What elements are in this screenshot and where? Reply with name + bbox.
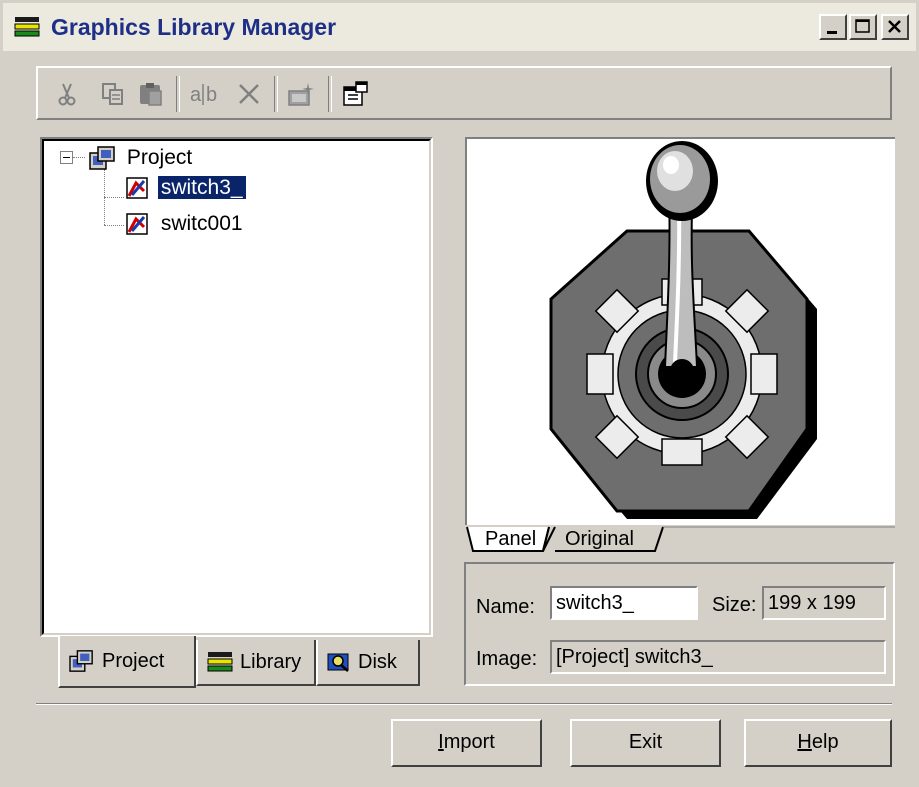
new-image-icon[interactable] [286,80,316,108]
tree-connector [104,197,124,198]
tab-library[interactable]: Library [196,640,316,686]
tab-project[interactable]: Project [58,636,196,688]
tree-connector [104,225,124,226]
tab-panel-label: Panel [485,528,537,550]
import-label: mport [443,731,495,753]
toolbar-separator [328,76,332,112]
library-icon [14,17,40,37]
toolbar-separator [274,76,278,112]
maximize-icon [855,19,870,33]
joystick-switch-image [549,141,817,519]
name-field[interactable]: switch3_ [550,586,698,620]
toolbar: a b [36,66,892,120]
help-button[interactable]: Help [744,719,892,767]
image-info-panel: Name: switch3_ Size: 199 x 199 Image: [P… [464,562,895,686]
minimize-icon [827,31,837,34]
tab-original-label: Original [565,528,634,550]
minimize-button[interactable] [819,14,847,40]
title-bar[interactable]: Graphics Library Manager [3,3,916,51]
tab-library-label: Library [240,650,302,673]
image-path-field: [Project] switch3_ [550,640,886,674]
image-label: Image: [476,648,538,670]
collapse-icon[interactable] [60,151,73,164]
size-field: 199 x 199 [762,586,886,620]
image-file-icon [126,213,148,235]
button-separator [36,703,892,705]
maximize-button[interactable] [849,14,877,40]
tab-project-label: Project [102,649,165,672]
close-icon [888,20,901,33]
close-button[interactable] [881,14,909,40]
library-icon [207,652,233,672]
project-icon [69,650,93,672]
tab-original[interactable]: Original [559,525,640,553]
copy-icon[interactable] [98,80,128,108]
tab-panel[interactable]: Panel [479,525,542,553]
tree-connector [73,157,85,158]
import-button[interactable]: Import [391,719,542,767]
svg-text:a: a [190,84,202,106]
image-preview [465,137,895,525]
tree-item-label: switc001 [160,212,243,235]
help-mnemonic: H [797,731,812,753]
tree-root-project[interactable]: Project [88,145,195,171]
project-icon [89,146,115,170]
tree-root-label: Project [126,146,193,169]
preview-tabs: Panel Original [465,525,895,555]
size-label: Size: [712,594,757,616]
help-label: elp [811,731,839,753]
tree-item-label: switch3_ [156,175,247,200]
project-tree-panel[interactable]: Project switch3_ switc001 [40,137,433,637]
tree-item-switc001[interactable]: switc001 [124,211,246,237]
delete-icon[interactable] [234,80,264,108]
graphics-library-manager-window: Graphics Library Manager a b Project swi… [0,0,919,787]
disk-search-icon [327,653,349,672]
exit-button[interactable]: Exit [570,719,721,767]
window-title: Graphics Library Manager [51,14,337,40]
paste-icon[interactable] [136,80,166,108]
properties-icon[interactable] [340,80,370,108]
toolbar-separator [176,76,180,112]
tab-disk[interactable]: Disk [316,640,420,686]
name-label: Name: [476,596,535,618]
image-file-icon [126,177,148,199]
tab-disk-label: Disk [358,650,397,673]
rename-icon[interactable]: a b [188,80,224,108]
svg-text:b: b [206,84,217,106]
tree-item-switch3[interactable]: switch3_ [124,175,247,201]
cut-icon[interactable] [52,80,82,108]
